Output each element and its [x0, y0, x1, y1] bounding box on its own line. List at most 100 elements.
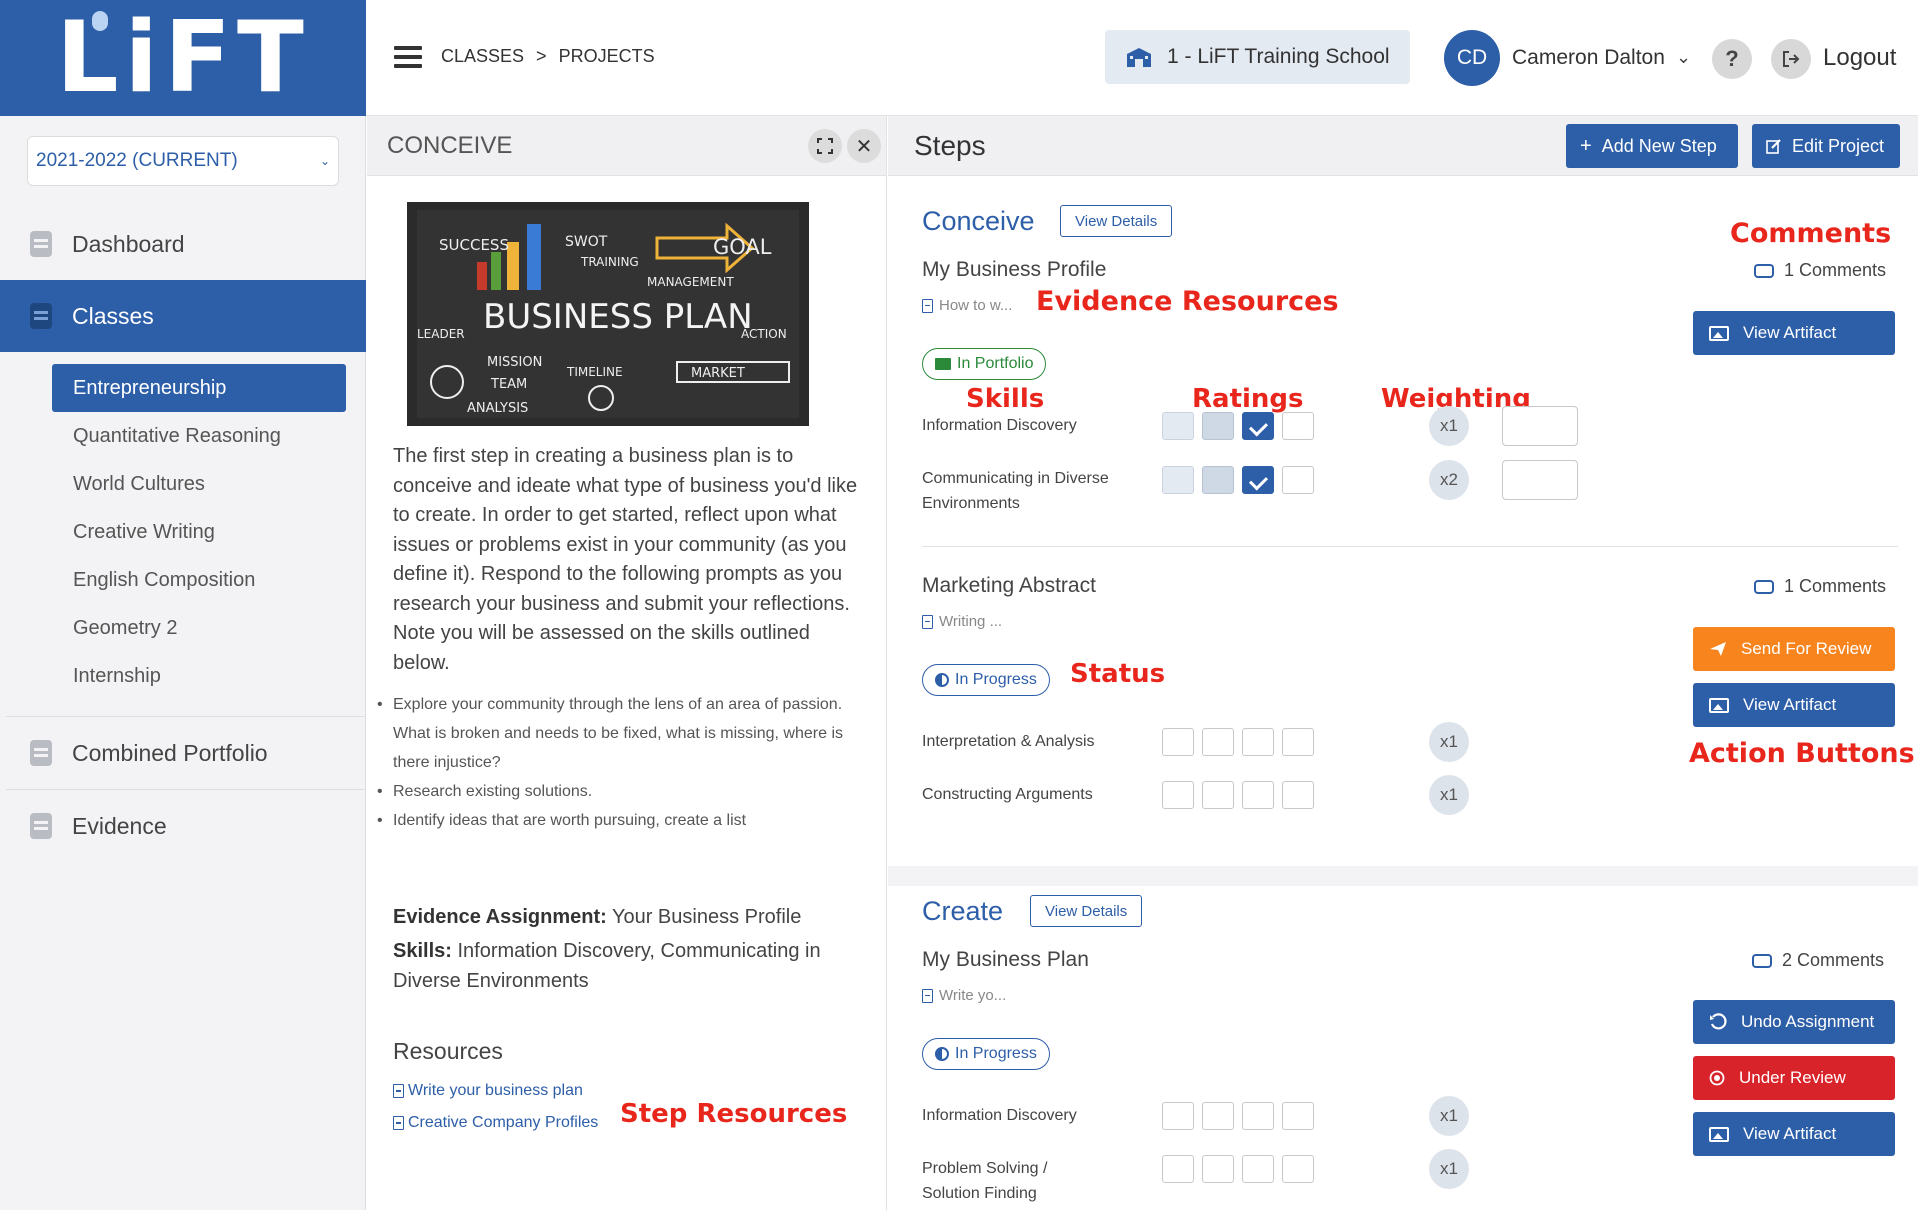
class-item-creative-writing[interactable]: Creative Writing [52, 508, 346, 556]
rating-box-1[interactable] [1162, 466, 1194, 494]
resource-link[interactable]: Write your business plan [393, 1082, 583, 1100]
logout-icon[interactable] [1771, 39, 1811, 79]
assignment-title[interactable]: My Business Profile [922, 258, 1106, 282]
logo[interactable]: LiFT [0, 0, 366, 116]
score-input[interactable] [1502, 406, 1578, 446]
plus-icon: + [1580, 134, 1592, 157]
svg-text:ANALYSIS: ANALYSIS [467, 401, 528, 416]
document-icon [393, 1116, 404, 1130]
evidence-resource-link[interactable]: How to w... [922, 297, 1012, 314]
book-icon [30, 303, 52, 329]
step-title-conceive[interactable]: Conceive [922, 206, 1035, 237]
rating-box-1[interactable] [1162, 728, 1194, 756]
assignment-title[interactable]: My Business Plan [922, 948, 1089, 972]
class-item-geometry-2[interactable]: Geometry 2 [52, 604, 346, 652]
prompt-list: Explore your community through the lens … [377, 690, 857, 835]
rating-selector[interactable] [1162, 412, 1314, 440]
comments-link[interactable]: 1 Comments [1754, 576, 1886, 597]
rating-selector[interactable] [1162, 728, 1314, 756]
rating-box-2[interactable] [1202, 781, 1234, 809]
edit-project-button[interactable]: Edit Project [1752, 124, 1900, 168]
svg-text:ACTION: ACTION [741, 327, 787, 341]
comments-link[interactable]: 2 Comments [1752, 950, 1884, 971]
rating-box-2[interactable] [1202, 466, 1234, 494]
rating-box-2[interactable] [1202, 728, 1234, 756]
breadcrumb-projects[interactable]: PROJECTS [559, 46, 655, 67]
rating-box-1[interactable] [1162, 412, 1194, 440]
undo-assignment-button[interactable]: Undo Assignment [1693, 1000, 1895, 1044]
comments-icon [1754, 579, 1774, 594]
close-icon[interactable]: ✕ [847, 129, 881, 163]
chevron-down-icon[interactable]: ⌄ [1676, 47, 1691, 68]
breadcrumb-classes[interactable]: CLASSES [441, 46, 524, 67]
sidebar-item-classes[interactable]: Classes [0, 280, 366, 352]
rating-box-4[interactable] [1282, 466, 1314, 494]
comments-link[interactable]: 1 Comments [1754, 260, 1886, 281]
assignment-title[interactable]: Marketing Abstract [922, 574, 1096, 598]
rating-box-2[interactable] [1202, 1102, 1234, 1130]
school-selector[interactable]: 1 - LiFT Training School [1105, 30, 1410, 84]
help-icon[interactable]: ? [1712, 39, 1752, 79]
view-artifact-button[interactable]: View Artifact [1693, 311, 1895, 355]
in-progress-icon [935, 1047, 949, 1061]
resources-title: Resources [393, 1038, 503, 1064]
rating-selector[interactable] [1162, 1155, 1314, 1183]
rating-box-2[interactable] [1202, 1155, 1234, 1183]
svg-text:SWOT: SWOT [565, 234, 608, 250]
rating-box-4[interactable] [1282, 728, 1314, 756]
add-new-step-button[interactable]: + Add New Step [1566, 124, 1738, 168]
rating-box-3[interactable] [1242, 781, 1274, 809]
menu-icon[interactable] [394, 46, 422, 68]
sidebar-item-combined-portfolio[interactable]: Combined Portfolio [0, 717, 366, 789]
expand-icon[interactable] [808, 129, 842, 163]
class-item-world-cultures[interactable]: World Cultures [52, 460, 346, 508]
view-artifact-button[interactable]: View Artifact [1693, 683, 1895, 727]
sidebar-item-dashboard[interactable]: Dashboard [0, 208, 366, 280]
send-for-review-button[interactable]: Send For Review [1693, 627, 1895, 671]
svg-text:TEAM: TEAM [490, 377, 527, 392]
svg-text:GOAL: GOAL [713, 235, 772, 259]
rating-selector[interactable] [1162, 466, 1314, 494]
rating-selector[interactable] [1162, 781, 1314, 809]
rating-box-2[interactable] [1202, 412, 1234, 440]
class-item-internship[interactable]: Internship [52, 652, 346, 700]
evidence-resource-link[interactable]: Write yo... [922, 987, 1006, 1004]
view-details-button[interactable]: View Details [1030, 895, 1143, 927]
book-icon [30, 231, 52, 257]
rating-box-4[interactable] [1282, 412, 1314, 440]
rating-box-3[interactable] [1242, 1102, 1274, 1130]
rating-box-1[interactable] [1162, 1102, 1194, 1130]
svg-text:TRAINING: TRAINING [580, 255, 639, 269]
class-item-quantitative-reasoning[interactable]: Quantitative Reasoning [52, 412, 346, 460]
rating-box-4[interactable] [1282, 781, 1314, 809]
class-item-entrepreneurship[interactable]: Entrepreneurship [52, 364, 346, 412]
list-item: Research existing solutions. [377, 777, 857, 806]
rating-box-4[interactable] [1282, 1155, 1314, 1183]
rating-selector[interactable] [1162, 1102, 1314, 1130]
rating-box-3[interactable] [1242, 1155, 1274, 1183]
step-title-create[interactable]: Create [922, 896, 1003, 927]
sidebar-item-evidence[interactable]: Evidence [0, 790, 366, 862]
rating-box-3[interactable] [1242, 728, 1274, 756]
logout-button[interactable]: Logout [1823, 44, 1896, 72]
evidence-resource-link[interactable]: Writing ... [922, 613, 1002, 630]
rating-box-3[interactable] [1242, 412, 1274, 440]
score-input[interactable] [1502, 460, 1578, 500]
avatar[interactable]: CD [1444, 30, 1500, 86]
document-icon [393, 1084, 404, 1098]
view-artifact-button[interactable]: View Artifact [1693, 1112, 1895, 1156]
svg-text:BUSINESS PLAN: BUSINESS PLAN [483, 297, 753, 337]
rating-box-4[interactable] [1282, 1102, 1314, 1130]
panel-header: Steps + Add New Step Edit Project [888, 116, 1918, 176]
resource-link[interactable]: Creative Company Profiles [393, 1114, 598, 1132]
rating-box-1[interactable] [1162, 1155, 1194, 1183]
rating-box-1[interactable] [1162, 781, 1194, 809]
school-year-select[interactable]: 2021-2022 (CURRENT) ⌄ [27, 136, 339, 186]
breadcrumb: CLASSES > PROJECTS [441, 46, 655, 67]
svg-text:LEADER: LEADER [417, 327, 465, 341]
view-details-button[interactable]: View Details [1060, 205, 1173, 237]
under-review-button[interactable]: Under Review [1693, 1056, 1895, 1100]
rating-box-3[interactable] [1242, 466, 1274, 494]
class-item-english-composition[interactable]: English Composition [52, 556, 346, 604]
user-name[interactable]: Cameron Dalton [1512, 46, 1665, 70]
